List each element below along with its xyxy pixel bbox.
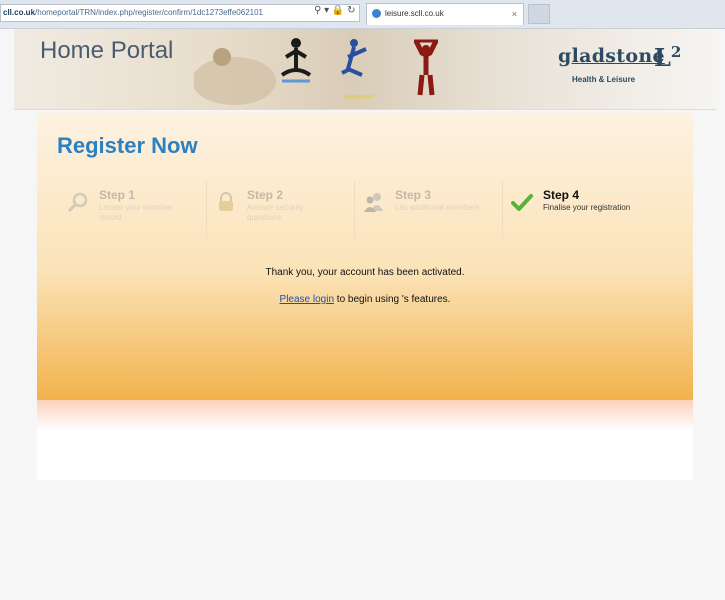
logo-mark: L2	[654, 43, 682, 72]
step-description: Finalise your registration	[543, 203, 631, 212]
logo-name: gladstone	[558, 45, 665, 67]
step-description: Locate your member record	[99, 203, 173, 222]
gladstone-logo[interactable]: gladstone L2 Health & Leisure	[554, 41, 694, 99]
close-tab-icon[interactable]: ×	[512, 4, 517, 24]
registration-panel: Register Now Step 1 Locate your member r…	[37, 113, 693, 400]
step-title: Step 1	[99, 188, 136, 202]
browser-tab[interactable]: leisure.scll.co.uk ×	[366, 3, 524, 25]
dropdown-icon[interactable]: ▾	[324, 5, 329, 16]
step-3: Step 3 List additional members	[355, 181, 503, 239]
step-description: Answer security questions	[247, 203, 304, 222]
banner-figures-image	[194, 38, 439, 105]
step-title: Step 4	[543, 188, 580, 202]
logo-tagline: Health & Leisure	[572, 75, 636, 84]
step-1: Step 1 Locate your member record	[59, 181, 207, 239]
padlock-icon	[219, 192, 233, 211]
step-4: Step 4 Finalise your registration	[503, 181, 650, 239]
url-path: /homeportal/TRN/index.php/register/confi…	[35, 8, 264, 17]
step-title: Step 3	[395, 188, 432, 202]
tab-title: leisure.scll.co.uk	[385, 9, 444, 18]
browser-chrome: cll.co.uk/homeportal/TRN/index.php/regis…	[0, 0, 725, 29]
site-favicon-icon	[372, 9, 381, 18]
new-tab-button[interactable]	[528, 4, 550, 24]
magnifier-icon	[67, 192, 88, 213]
checkmark-icon	[511, 194, 533, 211]
lock-icon[interactable]: 🔒	[332, 5, 344, 16]
panel-footer-area	[37, 430, 693, 480]
step-title: Step 2	[247, 188, 284, 202]
url-host: cll.co.uk	[3, 8, 36, 17]
address-bar-icons: ⚲ ▾ 🔒 ↻	[314, 5, 356, 16]
search-icon[interactable]: ⚲	[314, 5, 321, 16]
step-description: List additional members	[395, 203, 480, 212]
page-title: Register Now	[57, 133, 198, 158]
login-link[interactable]: Please login	[280, 294, 334, 305]
panel-fade	[37, 400, 693, 430]
address-bar[interactable]: cll.co.uk/homeportal/TRN/index.php/regis…	[0, 4, 360, 22]
people-icon	[364, 193, 383, 212]
login-prompt-suffix: to begin using 's features.	[334, 294, 451, 305]
login-prompt: Please login to begin using 's features.	[37, 294, 693, 305]
refresh-icon[interactable]: ↻	[347, 5, 355, 16]
activation-message: Thank you, your account has been activat…	[265, 267, 465, 278]
step-progress: Step 1 Locate your member record Step 2 …	[59, 181, 659, 239]
site-header: Home Portal gladstone L2 Health & Leisur…	[14, 29, 716, 110]
portal-title: Home Portal	[40, 37, 174, 64]
step-2: Step 2 Answer security questions	[207, 181, 355, 239]
